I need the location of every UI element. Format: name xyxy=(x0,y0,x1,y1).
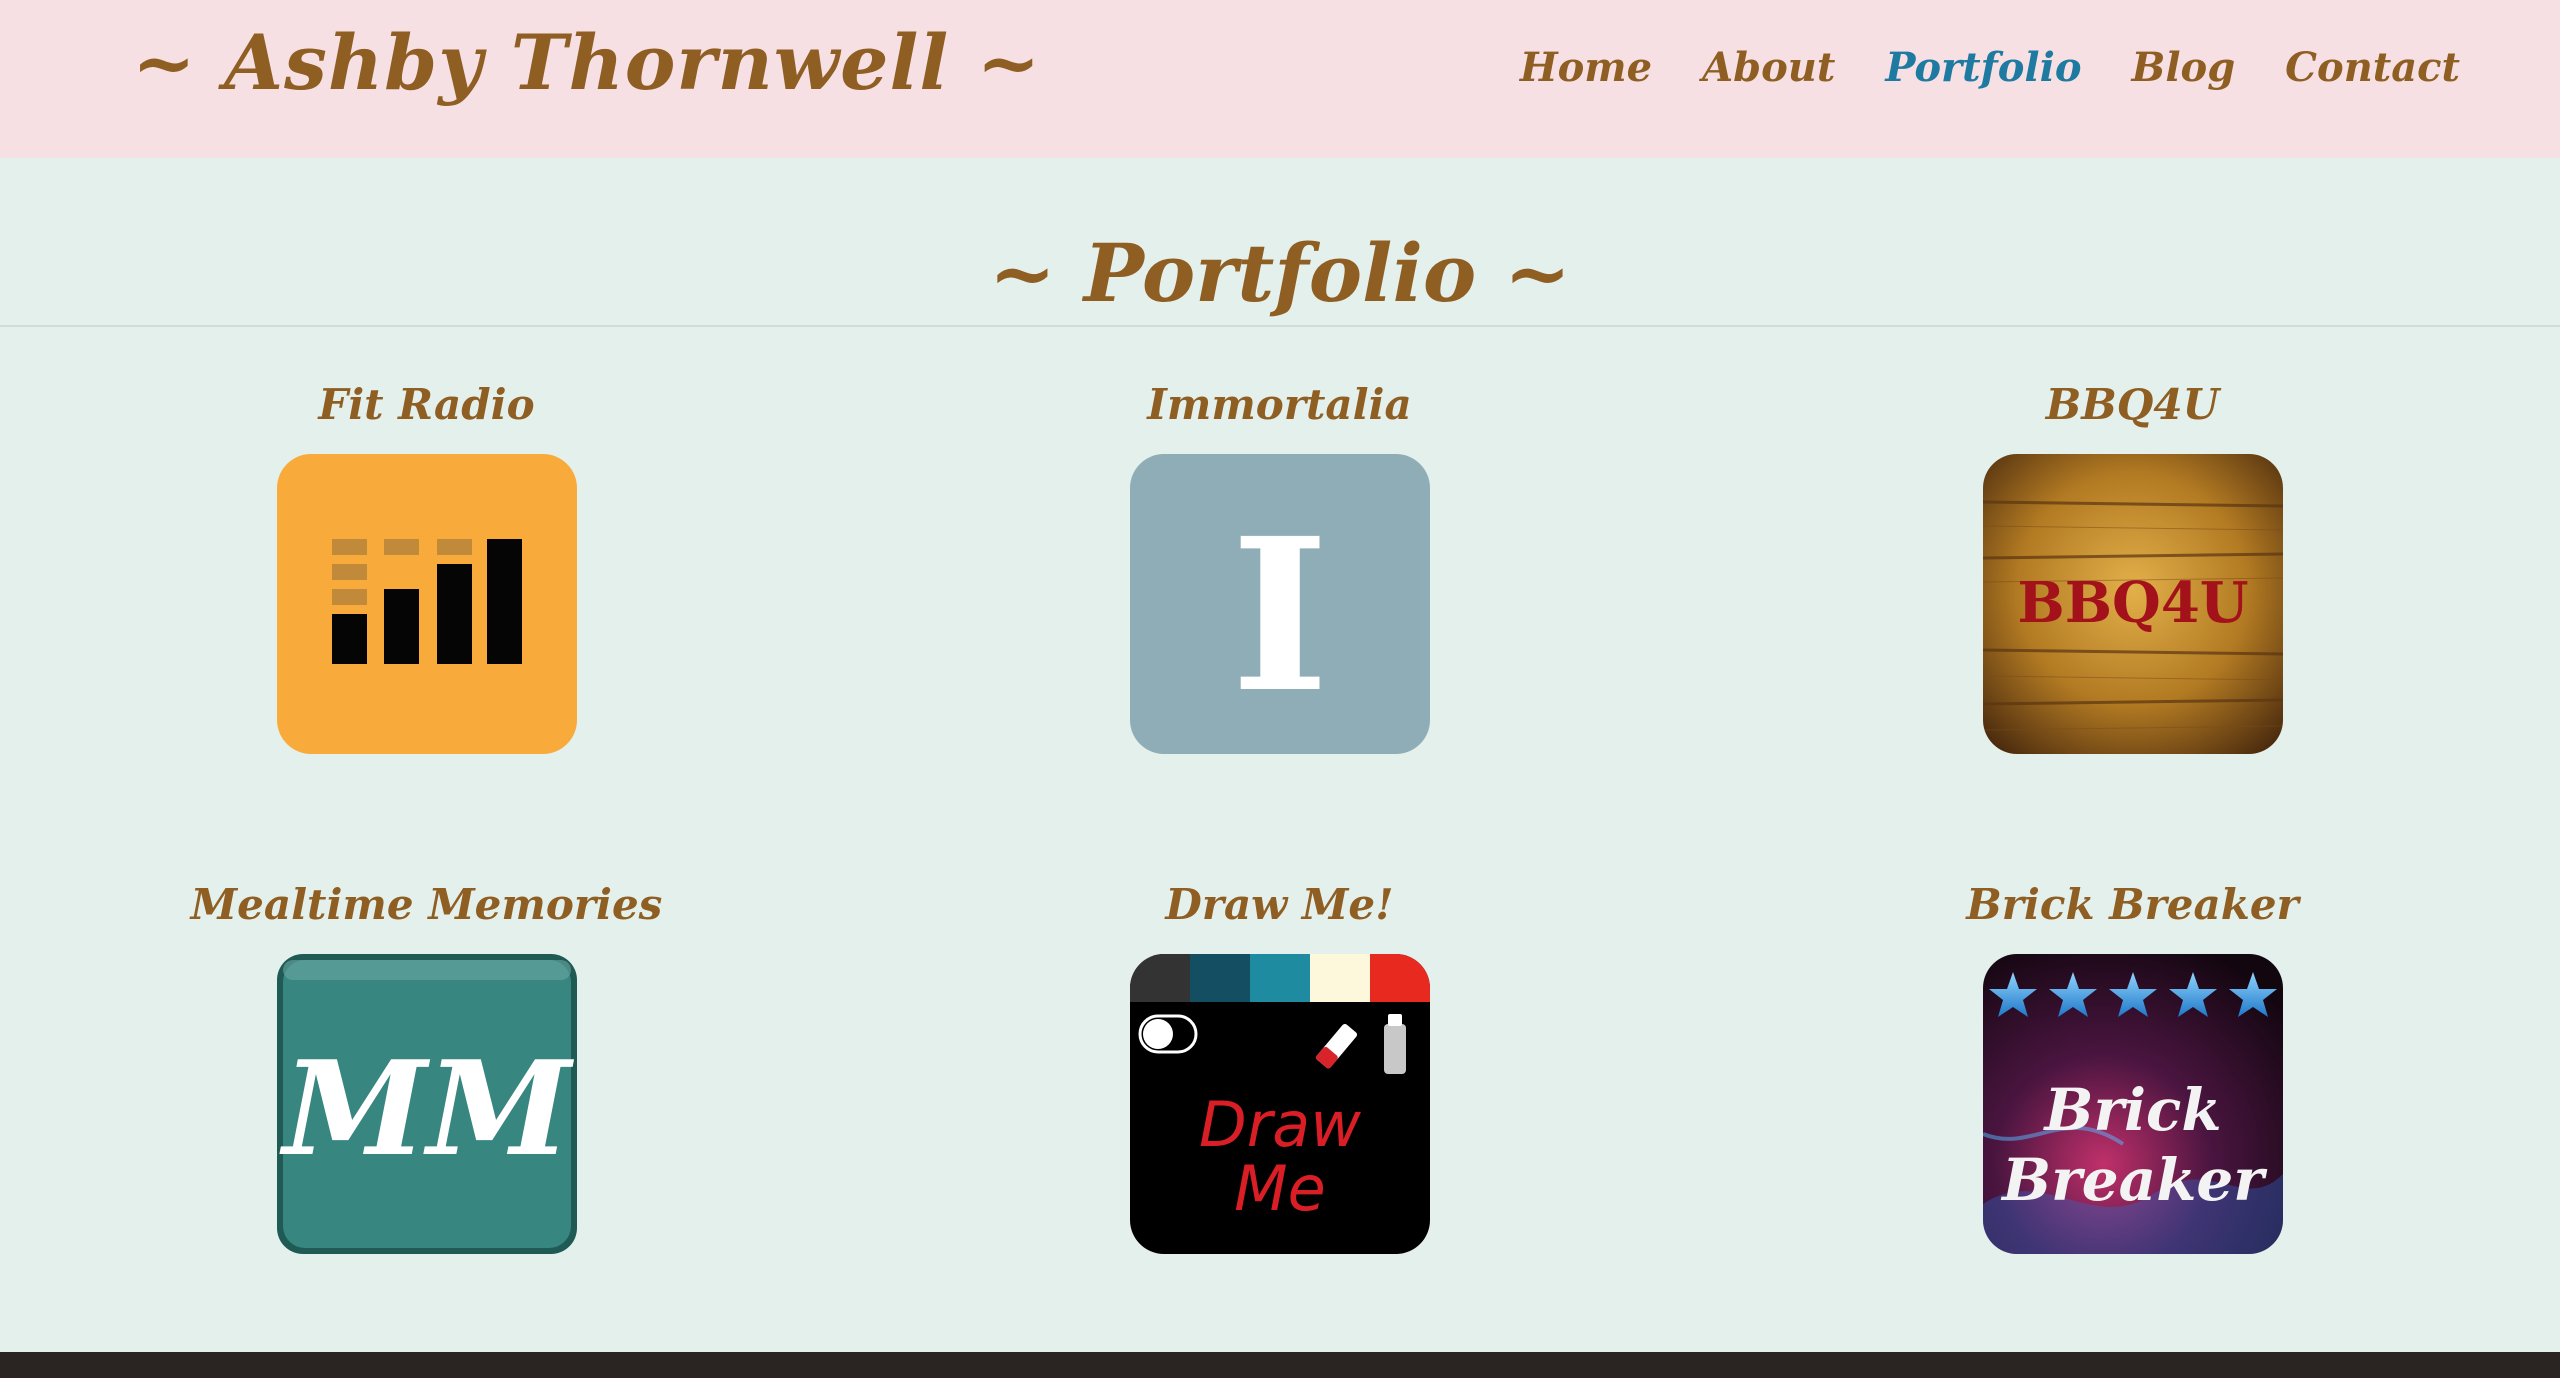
fit-radio-app-icon[interactable] xyxy=(276,454,577,754)
mealtime-memories-icon-monogram: MM xyxy=(279,1032,575,1185)
brick-breaker-app-icon[interactable]: Brick Breaker xyxy=(1982,954,2283,1254)
immortalia-icon-letter: I xyxy=(1230,492,1328,739)
brick-breaker-icon-line1: Brick xyxy=(2042,1076,2221,1144)
window-bottom-edge xyxy=(0,1352,2560,1362)
portfolio-item-draw-me: Draw Me! Draw Me xyxy=(853,878,1706,1378)
project-title: Draw Me! xyxy=(1165,880,1394,929)
brick-breaker-icon-line2: Breaker xyxy=(2000,1146,2268,1214)
draw-me-app-icon[interactable]: Draw Me xyxy=(1129,954,1430,1254)
page-heading: ~ Portfolio ~ xyxy=(988,225,1572,320)
portfolio-item-fit-radio: Fit Radio xyxy=(0,378,853,878)
site-title[interactable]: ~ Ashby Thornwell ~ xyxy=(132,18,1041,107)
project-title: Fit Radio xyxy=(318,380,535,429)
page: ~ Ashby Thornwell ~ Home About Portfolio… xyxy=(0,0,2560,1352)
portfolio-item-brick-breaker: Brick Breaker Brick Breaker xyxy=(1706,878,2559,1378)
project-title: Brick Breaker xyxy=(1966,880,2299,929)
bbq4u-icon-wordmark: BBQ4U xyxy=(2017,570,2248,636)
bbq4u-app-icon[interactable]: BBQ4U xyxy=(1982,454,2283,754)
mealtime-memories-app-icon[interactable]: MM xyxy=(276,954,577,1254)
project-title: Immortalia xyxy=(1147,380,1412,429)
nav-about[interactable]: About xyxy=(1702,44,1835,91)
nav-contact[interactable]: Contact xyxy=(2285,44,2460,91)
portfolio-grid: Fit Radio Immortalia I BBQ4U BBQ4U Mealt… xyxy=(0,378,2560,1378)
draw-me-icon-line2: Me xyxy=(1234,1152,1326,1225)
draw-me-icon-line1: Draw xyxy=(1199,1088,1361,1161)
portfolio-item-bbq4u: BBQ4U BBQ4U xyxy=(1706,378,2559,878)
main-nav: Home About Portfolio Blog Contact xyxy=(1520,44,2460,91)
nav-home[interactable]: Home xyxy=(1520,44,1652,91)
portfolio-item-immortalia: Immortalia I xyxy=(853,378,1706,878)
nav-portfolio[interactable]: Portfolio xyxy=(1885,44,2081,91)
immortalia-app-icon[interactable]: I xyxy=(1129,454,1430,754)
divider xyxy=(0,325,2560,327)
nav-blog[interactable]: Blog xyxy=(2132,44,2236,91)
project-title: Mealtime Memories xyxy=(190,880,663,929)
portfolio-item-mealtime-memories: Mealtime Memories MM xyxy=(0,878,853,1378)
site-header: ~ Ashby Thornwell ~ Home About Portfolio… xyxy=(0,0,2560,158)
project-title: BBQ4U xyxy=(2045,380,2220,429)
